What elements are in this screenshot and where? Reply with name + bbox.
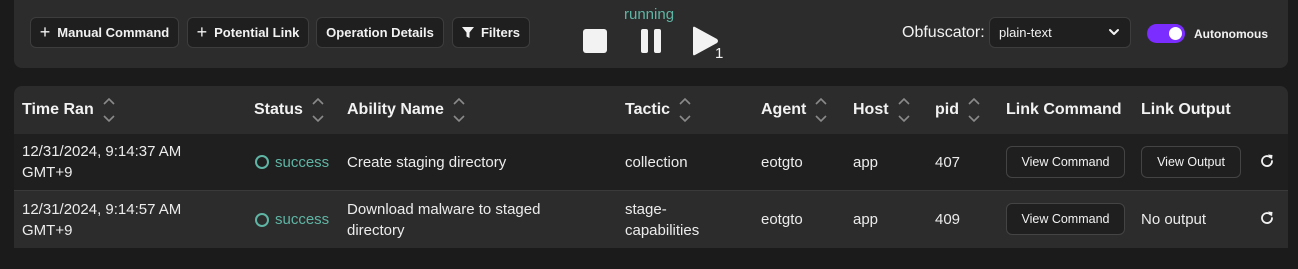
tactic-text: stage-	[625, 200, 667, 218]
header-agent-label: Agent	[761, 101, 807, 118]
header-host-label: Host	[853, 101, 889, 118]
sort-icon[interactable]	[452, 96, 466, 124]
obfuscator-select[interactable]: plain-text	[989, 17, 1131, 48]
refresh-icon[interactable]	[1259, 210, 1275, 226]
agent-cell: eotgto	[761, 153, 803, 171]
view-command-button[interactable]: View Command	[1006, 146, 1125, 178]
ability-name-text: directory	[347, 221, 405, 239]
time-ran-date: 12/31/2024, 9:14:37 AM	[22, 143, 182, 160]
obfuscator-label: Obfuscator:	[902, 24, 985, 41]
pid-cell: 409	[935, 211, 961, 228]
plus-icon: +	[39, 21, 51, 42]
header-status: Status	[254, 86, 325, 134]
operation-toolbar: + Manual Command + Potential Link Operat…	[14, 0, 1288, 68]
operation-details-label: Operation Details	[326, 25, 434, 40]
header-link-output-label: Link Output	[1141, 101, 1231, 118]
header-tactic-label: Tactic	[625, 101, 671, 118]
agent-cell: eotgto	[761, 211, 803, 228]
plus-icon: +	[196, 21, 208, 42]
sort-icon[interactable]	[678, 96, 692, 124]
manual-command-button[interactable]: + Manual Command	[30, 17, 179, 48]
time-ran-cell: 12/31/2024, 9:14:37 AM GMT+9	[22, 134, 181, 190]
no-output-text: No output	[1141, 211, 1207, 228]
header-ability-name-label: Ability Name	[347, 101, 444, 118]
table-row: 12/31/2024, 9:14:37 AM GMT+9 success Cre…	[14, 134, 1288, 190]
time-ran-zone: GMT+9	[22, 221, 73, 239]
host-cell: app	[853, 153, 879, 171]
potential-link-button[interactable]: + Potential Link	[187, 17, 309, 48]
header-agent: Agent	[761, 86, 828, 134]
autonomous-toggle[interactable]	[1147, 24, 1185, 43]
time-ran-zone: GMT+9	[22, 164, 73, 181]
header-pid-label: pid	[935, 101, 959, 118]
manual-command-label: Manual Command	[57, 25, 170, 40]
toggle-knob	[1169, 27, 1182, 40]
filters-button[interactable]: Filters	[452, 17, 530, 48]
sort-icon[interactable]	[102, 96, 116, 124]
potential-link-label: Potential Link	[214, 25, 300, 40]
header-status-label: Status	[254, 101, 303, 118]
pause-icon[interactable]	[640, 29, 662, 53]
ability-name-text: Create staging directory	[347, 153, 507, 171]
sort-icon[interactable]	[897, 96, 911, 124]
status-cell: success	[255, 191, 329, 248]
operation-state-text: running	[624, 6, 675, 23]
sort-icon[interactable]	[311, 96, 325, 124]
header-link-command-label: Link Command	[1006, 101, 1122, 118]
operation-details-button[interactable]: Operation Details	[316, 17, 444, 48]
header-tactic: Tactic	[625, 86, 692, 134]
status-circle-icon	[255, 212, 269, 227]
ability-name-cell: Create staging directory	[347, 134, 506, 190]
header-link-command: Link Command	[1006, 86, 1122, 134]
view-output-button[interactable]: View Output	[1141, 146, 1241, 178]
header-host: Host	[853, 86, 911, 134]
tactic-text: collection	[625, 153, 688, 171]
stop-icon[interactable]	[583, 29, 607, 53]
host-cell: app	[853, 211, 879, 228]
status-cell: success	[255, 134, 329, 190]
tactic-cell: collection	[625, 134, 688, 190]
header-time-ran-label: Time Ran	[22, 101, 94, 118]
header-pid: pid	[935, 86, 981, 134]
pid-cell: 407	[935, 153, 961, 171]
links-table: Time Ran Status Ability Name Tactic Agen…	[14, 86, 1288, 248]
tactic-cell: stage- capabilities	[625, 191, 699, 248]
header-ability-name: Ability Name	[347, 86, 466, 134]
filter-icon	[461, 26, 474, 38]
ability-name-text: Download malware to staged	[347, 200, 541, 218]
obfuscator-value: plain-text	[999, 25, 1052, 40]
refresh-icon[interactable]	[1259, 153, 1275, 169]
status-circle-icon	[255, 155, 269, 169]
header-time-ran: Time Ran	[22, 86, 116, 134]
sort-icon[interactable]	[967, 96, 981, 124]
status-text: success	[275, 211, 330, 228]
table-row: 12/31/2024, 9:14:57 AM GMT+9 success Dow…	[14, 191, 1288, 248]
ability-name-cell: Download malware to staged directory	[347, 191, 540, 248]
time-ran-date: 12/31/2024, 9:14:57 AM	[22, 200, 182, 218]
sort-icon[interactable]	[814, 96, 828, 124]
tactic-text: capabilities	[625, 221, 700, 239]
header-link-output: Link Output	[1141, 86, 1231, 134]
status-text: success	[275, 153, 330, 171]
view-command-button[interactable]: View Command	[1006, 203, 1125, 235]
chevron-down-icon	[1109, 29, 1119, 35]
time-ran-cell: 12/31/2024, 9:14:57 AM GMT+9	[22, 191, 181, 248]
autonomous-label: Autonomous	[1194, 27, 1268, 41]
filters-label: Filters	[480, 25, 520, 40]
play-step-count: 1	[715, 45, 724, 62]
